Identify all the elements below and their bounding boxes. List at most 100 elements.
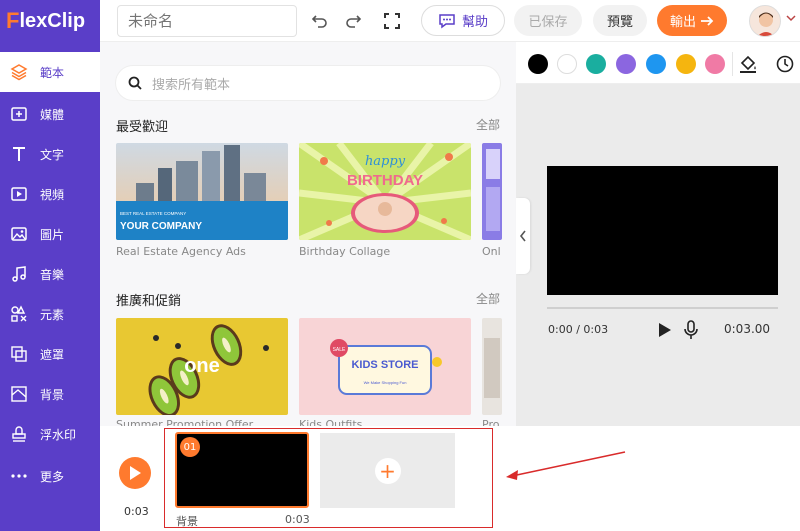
- color-swatch-teal[interactable]: [586, 54, 606, 74]
- undo-icon[interactable]: [309, 10, 331, 32]
- elapsed-time-display: 0:03.00: [724, 322, 771, 336]
- sidebar-item-media[interactable]: 媒體: [0, 94, 100, 134]
- saved-status-button[interactable]: 已保存: [514, 5, 582, 36]
- watermark-icon: [10, 425, 28, 443]
- see-all-popular-link[interactable]: 全部: [476, 116, 500, 133]
- template-thumbnail-partial[interactable]: [482, 318, 502, 415]
- image-icon: [10, 225, 28, 243]
- preview-label: 預覽: [606, 15, 633, 30]
- play-icon[interactable]: [656, 322, 672, 338]
- avatar[interactable]: [749, 5, 781, 37]
- paint-bucket-icon[interactable]: [738, 54, 758, 78]
- thumbnail-subtitle-text: We Make Shopping Fun: [364, 380, 407, 385]
- sidebar-item-images[interactable]: 圖片: [0, 214, 100, 254]
- timeline-total-time: 0:03: [124, 505, 149, 518]
- chevron-left-icon: [519, 230, 526, 242]
- add-scene-button[interactable]: +: [320, 433, 455, 508]
- total-time: 0:03: [583, 323, 609, 336]
- template-search-input[interactable]: 搜索所有範本: [116, 66, 500, 100]
- thumbnail-title-text: YOUR COMPANY: [120, 221, 202, 232]
- sidebar-item-label: 範本: [40, 65, 65, 80]
- playback-progress-bar[interactable]: [547, 307, 778, 309]
- thumbnail-small-text: happy: [365, 154, 406, 169]
- top-bar: FlexClip 幫助 已保存 預覽 輸出: [0, 0, 800, 42]
- search-placeholder: 搜索所有範本: [152, 77, 231, 93]
- color-swatch-pink[interactable]: [705, 54, 725, 74]
- more-icon: [10, 467, 28, 485]
- template-caption: Pro: [482, 418, 500, 426]
- app-logo[interactable]: FlexClip: [0, 0, 100, 42]
- project-name-input[interactable]: [117, 5, 297, 37]
- search-icon: [128, 76, 142, 90]
- section-title-promotion: 推廣和促銷: [116, 294, 182, 309]
- layers-icon: [10, 63, 28, 81]
- template-thumbnail-partial[interactable]: [482, 143, 502, 240]
- template-caption: Real Estate Agency Ads: [116, 245, 246, 258]
- see-all-promotion-link[interactable]: 全部: [476, 290, 500, 307]
- elements-icon: [10, 305, 28, 323]
- thumbnail-title-text: one: [184, 355, 220, 377]
- plus-icon: +: [374, 457, 401, 484]
- sidebar-item-label: 音樂: [40, 267, 65, 282]
- sidebar-item-text[interactable]: 文字: [0, 134, 100, 174]
- sidebar-item-background[interactable]: 背景: [0, 374, 100, 414]
- color-swatch-purple[interactable]: [616, 54, 636, 74]
- thumbnail-small-text: SALE: [333, 347, 346, 353]
- thumbnail-title-text: KIDS STORE: [351, 359, 418, 371]
- saved-label: 已保存: [528, 15, 568, 30]
- collapse-panel-handle[interactable]: [516, 198, 530, 274]
- video-preview[interactable]: [547, 166, 778, 295]
- template-thumbnail-summer[interactable]: one: [116, 318, 288, 415]
- template-library-panel: 搜索所有範本 最受歡迎 全部 BEST REAL ESTATE COMPANY …: [100, 42, 516, 426]
- color-swatch-yellow[interactable]: [676, 54, 696, 74]
- template-caption: Onl: [482, 245, 501, 258]
- preview-button[interactable]: 預覽: [593, 5, 647, 36]
- background-icon: [10, 385, 28, 403]
- template-thumbnail-kids-store[interactable]: SALE KIDS STORE We Make Shopping Fun: [299, 318, 471, 415]
- text-icon: [10, 145, 28, 163]
- sidebar-item-templates[interactable]: 範本: [0, 52, 100, 92]
- sidebar-item-music[interactable]: 音樂: [0, 254, 100, 294]
- template-caption: Kids Outfits: [299, 418, 363, 426]
- fullscreen-icon[interactable]: [381, 10, 403, 32]
- logo-initial: F: [6, 8, 20, 33]
- sidebar-item-label: 媒體: [40, 107, 65, 122]
- sidebar-item-overlays[interactable]: 遮罩: [0, 334, 100, 374]
- sidebar-item-watermark[interactable]: 浮水印: [0, 414, 100, 454]
- export-label: 輸出: [669, 15, 696, 30]
- microphone-icon[interactable]: [683, 320, 699, 340]
- color-swatch-blue[interactable]: [646, 54, 666, 74]
- color-swatch-white[interactable]: [557, 54, 577, 74]
- color-swatch-black[interactable]: [528, 54, 548, 74]
- scene-label: 背景: [176, 515, 198, 528]
- logo-text: lexClip: [19, 9, 86, 32]
- section-title-popular: 最受歡迎: [116, 120, 169, 135]
- arrow-right-icon: [701, 15, 714, 26]
- sidebar-item-video[interactable]: 視頻: [0, 174, 100, 214]
- chevron-down-icon[interactable]: [786, 14, 796, 25]
- thumbnail-small-text: BEST REAL ESTATE COMPANY: [120, 211, 186, 216]
- play-icon: [130, 466, 141, 480]
- music-icon: [10, 265, 28, 283]
- template-caption: Birthday Collage: [299, 245, 391, 258]
- redo-icon[interactable]: [342, 10, 364, 32]
- sidebar-item-label: 圖片: [40, 227, 65, 242]
- export-button[interactable]: 輸出: [657, 5, 727, 36]
- sidebar-item-label: 更多: [40, 469, 65, 484]
- color-toolbar: [516, 42, 800, 84]
- sidebar-item-label: 視頻: [40, 187, 65, 202]
- sidebar-item-more[interactable]: 更多: [0, 456, 100, 496]
- sidebar-item-label: 元素: [40, 307, 65, 322]
- playback-time: 0:00 / 0:03: [548, 323, 609, 336]
- template-thumbnail-real-estate[interactable]: BEST REAL ESTATE COMPANY YOUR COMPANY: [116, 143, 288, 240]
- timeline-play-button[interactable]: [119, 457, 151, 489]
- divider: [732, 52, 733, 76]
- help-button[interactable]: 幫助: [421, 5, 505, 36]
- sidebar-item-label: 遮罩: [40, 347, 65, 362]
- help-label: 幫助: [461, 15, 488, 30]
- clock-icon[interactable]: [775, 54, 795, 78]
- sidebar-item-label: 背景: [40, 387, 65, 402]
- sidebar: 範本 媒體 文字 視頻 圖片 音樂 元素 遮罩 背景 浮水印 更多: [0, 42, 100, 531]
- template-thumbnail-birthday[interactable]: happy BIRTHDAY: [299, 143, 471, 240]
- sidebar-item-elements[interactable]: 元素: [0, 294, 100, 334]
